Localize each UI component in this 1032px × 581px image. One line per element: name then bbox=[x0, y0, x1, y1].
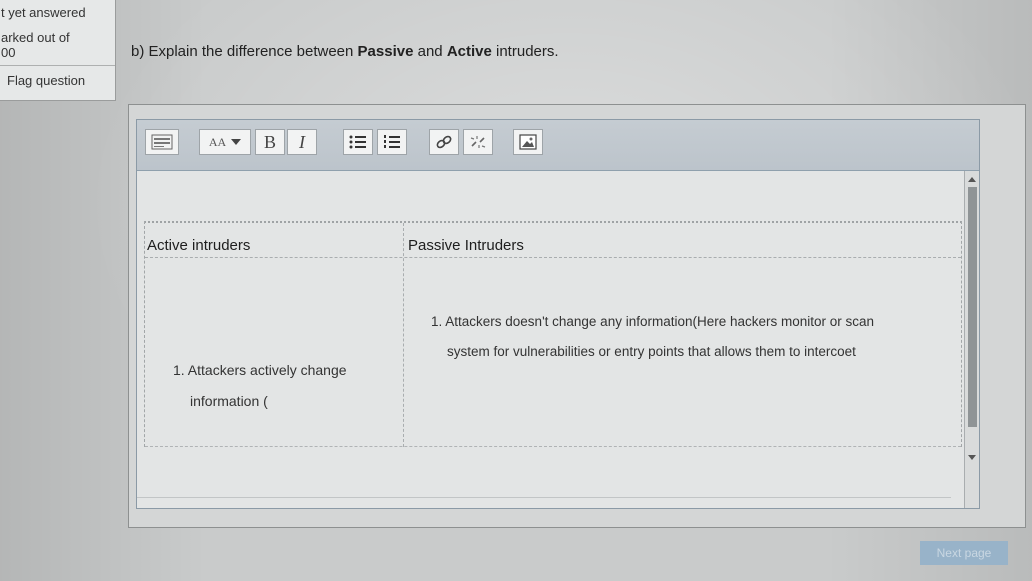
image-icon bbox=[519, 134, 537, 150]
bold-button[interactable]: B bbox=[255, 129, 285, 155]
unlink-icon bbox=[470, 136, 486, 148]
active-line-2: information ( bbox=[190, 393, 268, 409]
flag-question-link[interactable]: Flag question bbox=[7, 73, 85, 88]
toggle-toolbar-icon bbox=[151, 134, 173, 150]
editor-toolbar: AA B I bbox=[137, 120, 979, 171]
question-info-panel: t yet answered arked out of 00 Flag ques… bbox=[0, 0, 116, 101]
question-suffix: intruders. bbox=[491, 43, 559, 60]
scroll-up-arrow-icon[interactable] bbox=[968, 177, 976, 182]
italic-button[interactable]: I bbox=[287, 129, 317, 155]
table-column-divider bbox=[403, 223, 404, 447]
link-button[interactable] bbox=[429, 129, 459, 155]
rich-text-editor[interactable]: AA B I Active intruders Passive Intruder… bbox=[136, 119, 980, 509]
chevron-down-icon bbox=[231, 139, 242, 145]
insert-image-button[interactable] bbox=[513, 129, 543, 155]
editor-lower-divider bbox=[137, 497, 951, 499]
passive-line-1: 1. Attackers doesn't change any informat… bbox=[431, 314, 875, 329]
question-status: t yet answered bbox=[1, 5, 86, 20]
font-size-button[interactable]: AA bbox=[199, 129, 251, 155]
header-active-intruders: Active intruders bbox=[147, 237, 251, 254]
answer-table: Active intruders Passive Intruders 1. At… bbox=[144, 221, 962, 447]
question-marked-out-of: arked out of bbox=[1, 30, 70, 45]
scrollbar-thumb[interactable] bbox=[968, 187, 977, 427]
passive-line-2: system for vulnerabilities or entry poin… bbox=[447, 344, 856, 359]
question-marks: 00 bbox=[1, 45, 16, 60]
question-term-passive: Passive bbox=[357, 43, 414, 60]
next-page-button[interactable]: Next page bbox=[920, 541, 1008, 565]
active-line-1: 1. Attackers actively change bbox=[173, 362, 347, 378]
unordered-list-button[interactable] bbox=[343, 129, 373, 155]
question-term-active: Active bbox=[446, 43, 492, 60]
ordered-list-button[interactable] bbox=[377, 129, 407, 155]
question-prefix: b) Explain the difference between bbox=[131, 43, 358, 60]
table-header-divider bbox=[145, 257, 961, 258]
question-text: b) Explain the difference between Passiv… bbox=[131, 43, 559, 60]
table-bottom-border bbox=[145, 446, 961, 447]
unlink-button[interactable] bbox=[463, 129, 493, 155]
scroll-down-arrow-icon[interactable] bbox=[968, 455, 976, 460]
ordered-list-icon bbox=[384, 135, 400, 148]
link-icon bbox=[436, 135, 452, 149]
toggle-toolbar-button[interactable] bbox=[145, 129, 179, 155]
question-middle: and bbox=[413, 43, 447, 60]
header-passive-intruders: Passive Intruders bbox=[408, 237, 524, 254]
info-divider bbox=[0, 65, 115, 66]
unordered-list-icon bbox=[349, 135, 366, 149]
font-size-icon: AA bbox=[208, 134, 227, 149]
editor-content-area[interactable]: Active intruders Passive Intruders 1. At… bbox=[137, 171, 965, 508]
editor-scrollbar[interactable] bbox=[964, 171, 979, 508]
